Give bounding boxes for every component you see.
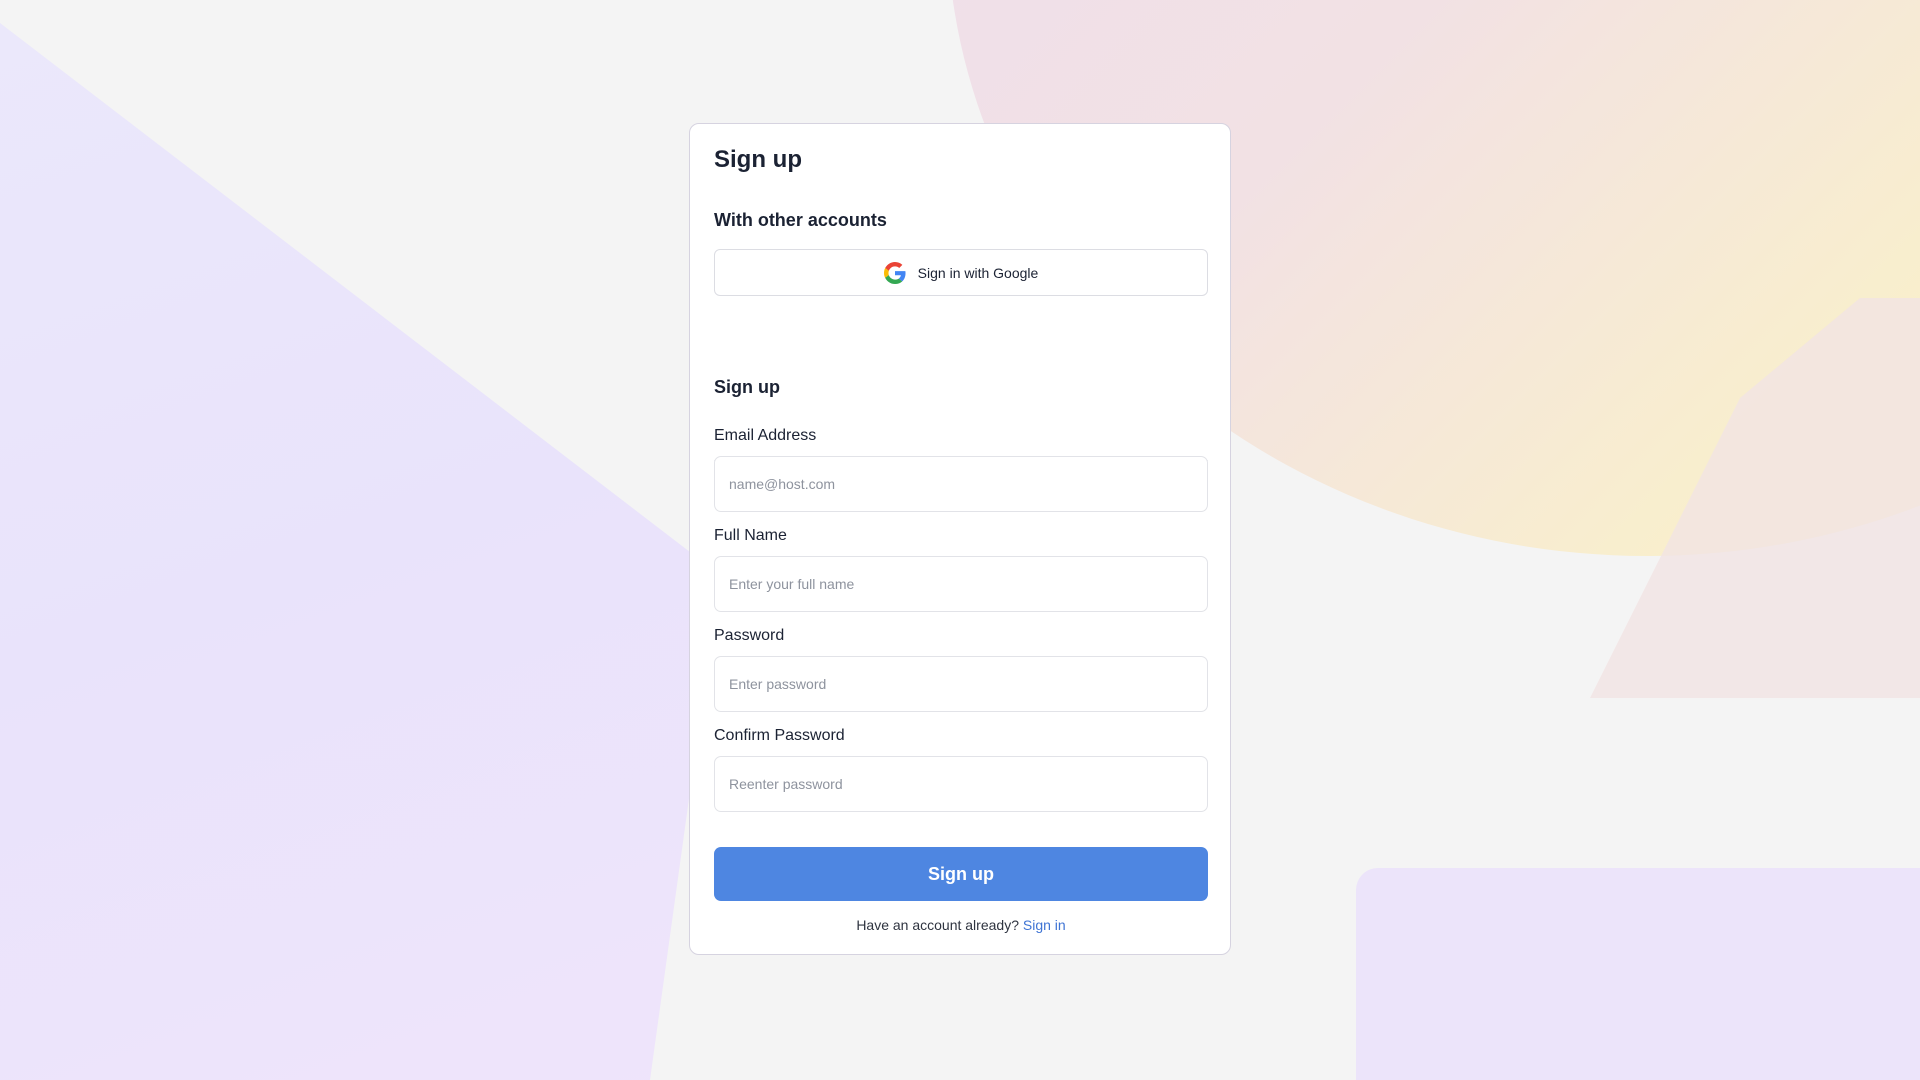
google-signin-label: Sign in with Google: [917, 264, 1039, 281]
google-signin-button[interactable]: Sign in with Google: [714, 249, 1208, 296]
confirm-password-label: Confirm Password: [714, 727, 845, 744]
form-heading: Sign up: [714, 377, 780, 397]
social-heading: With other accounts: [714, 210, 887, 230]
background-rect-shape: [1356, 868, 1920, 1080]
confirm-password-field[interactable]: [714, 756, 1208, 812]
full-name-field[interactable]: [714, 556, 1208, 612]
password-field[interactable]: [714, 656, 1208, 712]
signup-submit-button[interactable]: Sign up: [714, 847, 1208, 901]
signup-card: Sign up With other accounts Sign in with…: [689, 123, 1231, 955]
signin-link[interactable]: Sign in: [1023, 917, 1066, 933]
email-label: Email Address: [714, 427, 817, 444]
full-name-label: Full Name: [714, 527, 787, 544]
google-logo-icon: [883, 261, 906, 284]
signin-prompt-text: Have an account already?: [856, 917, 1019, 933]
page-title: Sign up: [714, 146, 802, 173]
password-label: Password: [714, 627, 785, 644]
background-triangle-shape: [0, 23, 720, 1080]
email-field[interactable]: [714, 456, 1208, 512]
signin-prompt: Have an account already? Sign in: [714, 917, 1208, 933]
